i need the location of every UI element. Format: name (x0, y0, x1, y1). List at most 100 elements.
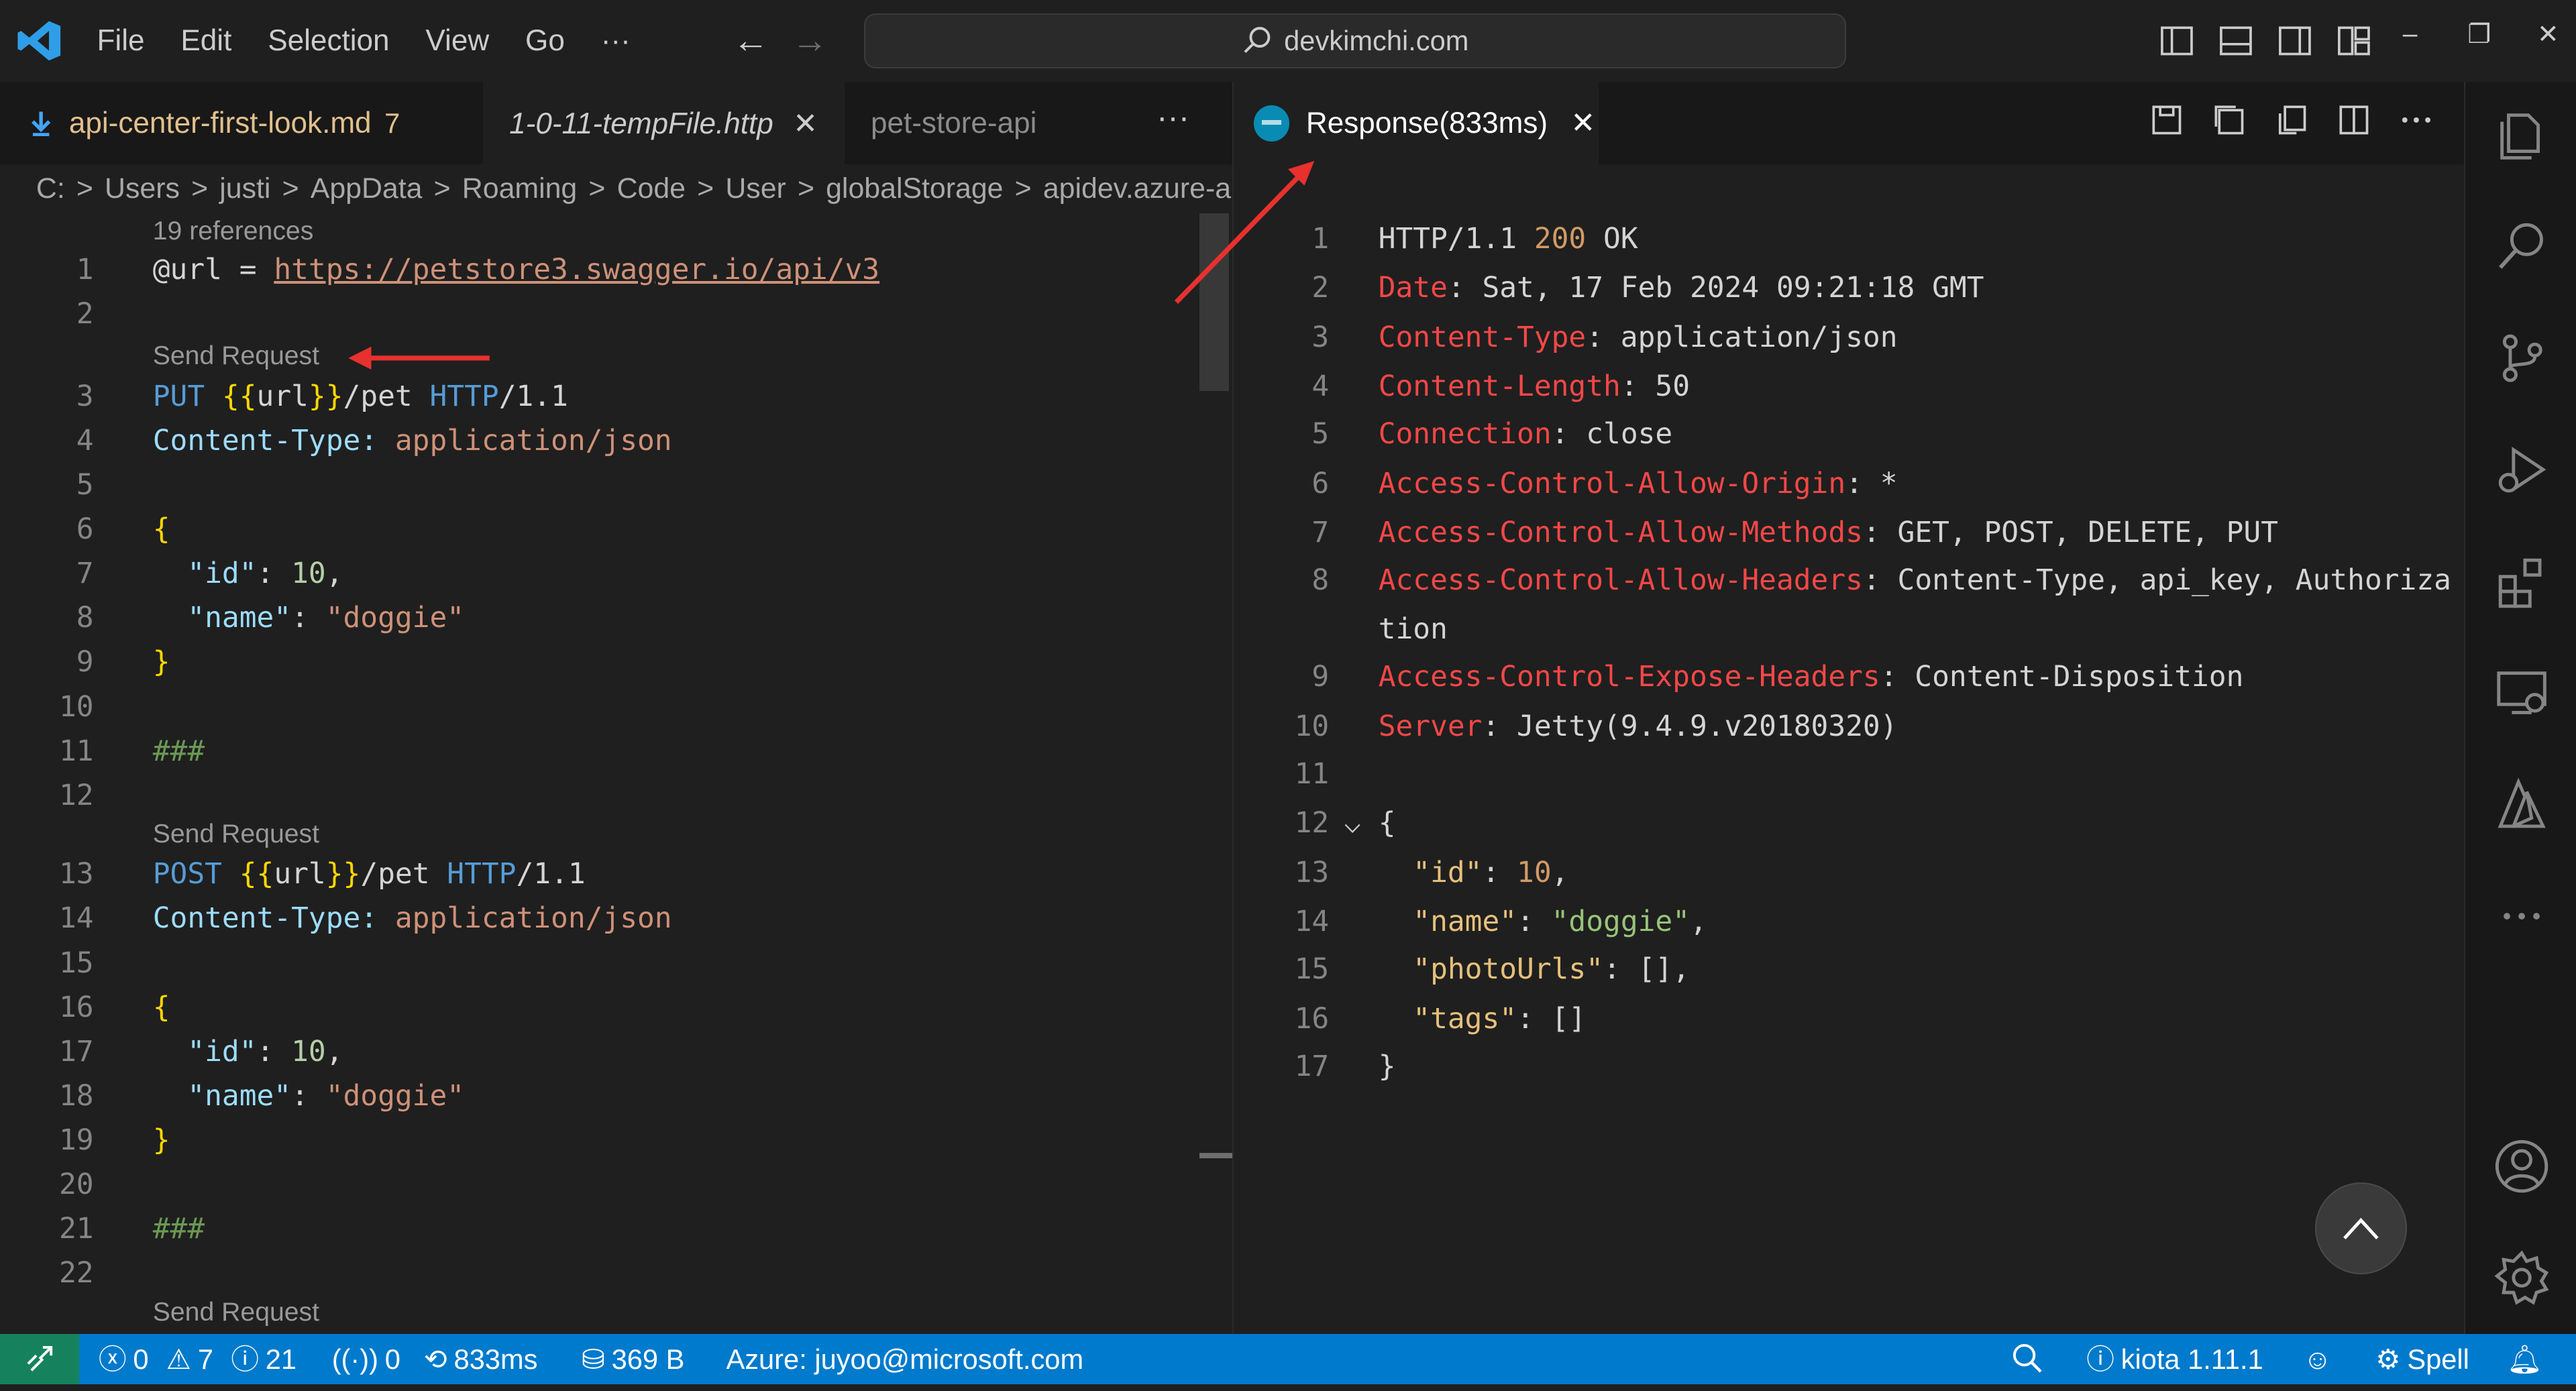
close-tab-icon[interactable]: ✕ (1570, 106, 1595, 140)
response-size-button[interactable]: ⛁ 369 B (582, 1334, 684, 1385)
breadcrumb-item[interactable]: AppData (311, 172, 423, 205)
code-text: ### (152, 734, 205, 768)
toggle-primary-sidebar-icon[interactable] (2159, 23, 2195, 59)
customize-layout-icon[interactable] (2336, 23, 2372, 59)
infos-count: 21 (265, 1343, 297, 1375)
code-text: PUT {{url}}/pet HTTP/1.1 (152, 379, 568, 413)
ports-status-button[interactable]: ((·)) 0 (332, 1334, 400, 1385)
azure-icon[interactable] (2489, 772, 2555, 838)
minimize-icon[interactable]: – (2399, 19, 2422, 50)
markdown-download-icon (32, 111, 51, 137)
tab-pet-store-api[interactable]: pet-store-api (846, 82, 1126, 164)
code-text: "name": "doggie" (152, 1078, 465, 1113)
window-controls: – ❐ ✕ (2399, 19, 2560, 50)
toggle-secondary-sidebar-icon[interactable] (2277, 23, 2313, 59)
errors-count: 0 (133, 1343, 149, 1375)
remote-explorer-icon[interactable] (2489, 660, 2555, 726)
save-response-icon[interactable] (2149, 102, 2185, 138)
run-debug-icon[interactable] (2489, 437, 2555, 502)
line-number: 15 (58, 946, 94, 980)
kiota-status-button[interactable]: ⓘ kiota 1.11.1 (2086, 1334, 2263, 1385)
code-text: } (1378, 1049, 1396, 1083)
notifications-button[interactable]: 🔔︎ (2507, 1334, 2542, 1385)
zoom-button[interactable] (2011, 1334, 2044, 1385)
more-icon[interactable] (2489, 884, 2555, 950)
accounts-icon[interactable] (2489, 1133, 2555, 1199)
problems-status-button[interactable]: ⓧ 0 ⚠ 7 ⓘ 21 (99, 1334, 297, 1385)
close-tab-icon[interactable]: ✕ (793, 107, 818, 141)
response-size: 369 B (611, 1343, 685, 1375)
line-number: 9 (76, 645, 94, 679)
breadcrumb-item[interactable]: globalStorage (826, 172, 1003, 205)
menu-selection[interactable]: Selection (250, 0, 407, 82)
response-timing-button[interactable]: ⟲ 833ms (424, 1334, 538, 1385)
line-number: 3 (76, 379, 94, 413)
activity-bar (2464, 82, 2576, 1334)
more-actions-icon[interactable]: ··· (1157, 99, 1189, 136)
send-request-codelens[interactable]: Send Request (153, 820, 319, 849)
breadcrumb-item[interactable]: Users (105, 172, 180, 205)
breadcrumb-item[interactable]: C: (36, 172, 65, 205)
menu-bar: File Edit Selection View Go ··· (79, 0, 649, 82)
menu-file[interactable]: File (79, 0, 163, 82)
http-editor[interactable]: 19 references Send Request Send Request … (0, 213, 1232, 1335)
info-icon: ⓘ (2086, 1343, 2114, 1375)
response-time: 833ms (453, 1343, 538, 1375)
breadcrumb-item[interactable]: justi (219, 172, 270, 205)
menu-view[interactable]: View (407, 0, 507, 82)
copilot-status-button[interactable]: ☺ (2303, 1334, 2332, 1385)
send-request-codelens[interactable]: Send Request (153, 1298, 319, 1327)
explorer-icon[interactable] (2489, 102, 2555, 168)
tab-label: api-center-first-look.md (68, 106, 372, 140)
split-editor-icon[interactable] (2336, 102, 2372, 138)
status-bar: ⓧ 0 ⚠ 7 ⓘ 21 ((·)) 0 ⟲ 833ms ⛁ 369 B Azure: ju… (0, 1333, 2576, 1385)
response-editor[interactable]: 1 HTTP/1.1 200 OK 2 Date: Sat, 17 Feb 2024… (1234, 213, 2464, 1335)
spell-check-button[interactable]: ⚙ Spell (2375, 1334, 2469, 1385)
menu-more[interactable]: ··· (583, 0, 649, 82)
extensions-icon[interactable] (2489, 549, 2555, 614)
back-arrow-icon[interactable]: ← (729, 19, 772, 62)
codelens-references[interactable]: 19 references (153, 217, 314, 246)
line-number: 8 (76, 601, 94, 635)
scroll-to-top-button[interactable] (2314, 1182, 2407, 1275)
toggle-panel-icon[interactable] (2218, 23, 2254, 59)
scrollbar-cursor-marker (1199, 1153, 1232, 1158)
search-icon[interactable] (2489, 213, 2555, 279)
code-text: "name": "doggie", (1378, 905, 1707, 939)
settings-gear-icon[interactable] (2489, 1245, 2555, 1311)
code-text: POST {{url}}/pet HTTP/1.1 (152, 857, 586, 891)
layout-controls (2159, 23, 2372, 59)
forward-arrow-icon[interactable]: → (789, 19, 832, 62)
remote-indicator-button[interactable] (0, 1333, 79, 1385)
line-number: 2 (1311, 271, 1330, 305)
breadcrumb-item[interactable]: apidev.azure-a (1043, 172, 1231, 205)
remote-icon (27, 1346, 52, 1372)
restore-icon[interactable]: ❐ (2467, 19, 2491, 50)
menu-go[interactable]: Go (507, 0, 583, 82)
command-center-search[interactable]: devkimchi.com (864, 13, 1846, 68)
fold-chevron-icon[interactable]: ⌵ (1344, 806, 1361, 840)
more-actions-icon[interactable] (2398, 102, 2434, 138)
line-number: 6 (1311, 466, 1330, 500)
bell-icon: 🔔︎ (2507, 1343, 2543, 1375)
menu-edit[interactable]: Edit (162, 0, 250, 82)
close-window-icon[interactable]: ✕ (2536, 19, 2559, 50)
editor-scrollbar-thumb[interactable] (1199, 213, 1229, 391)
line-number: 5 (1311, 417, 1330, 451)
line-number: 13 (58, 857, 94, 891)
save-response-body-icon[interactable] (2211, 102, 2247, 138)
tab-api-center-first-look[interactable]: api-center-first-look.md 7 (0, 82, 482, 164)
breadcrumb-item[interactable]: Code (617, 172, 686, 205)
tab-response[interactable]: Response(833ms) ✕ (1234, 82, 1599, 164)
breadcrumb-separator: > (76, 172, 93, 205)
tab-temp-http-file[interactable]: 1-0-11-tempFile.http ✕ (483, 82, 845, 164)
warnings-count: 7 (197, 1343, 214, 1375)
database-icon: ⛁ (581, 1343, 605, 1375)
breadcrumb-item[interactable]: User (725, 172, 786, 205)
breadcrumb-item[interactable]: Roaming (462, 172, 577, 205)
source-control-icon[interactable] (2489, 325, 2555, 391)
azure-account-button[interactable]: Azure: juyoo@microsoft.com (726, 1334, 1083, 1385)
copy-response-icon[interactable] (2273, 102, 2310, 138)
line-number: 22 (58, 1256, 94, 1290)
send-request-codelens[interactable]: Send Request (153, 341, 319, 371)
